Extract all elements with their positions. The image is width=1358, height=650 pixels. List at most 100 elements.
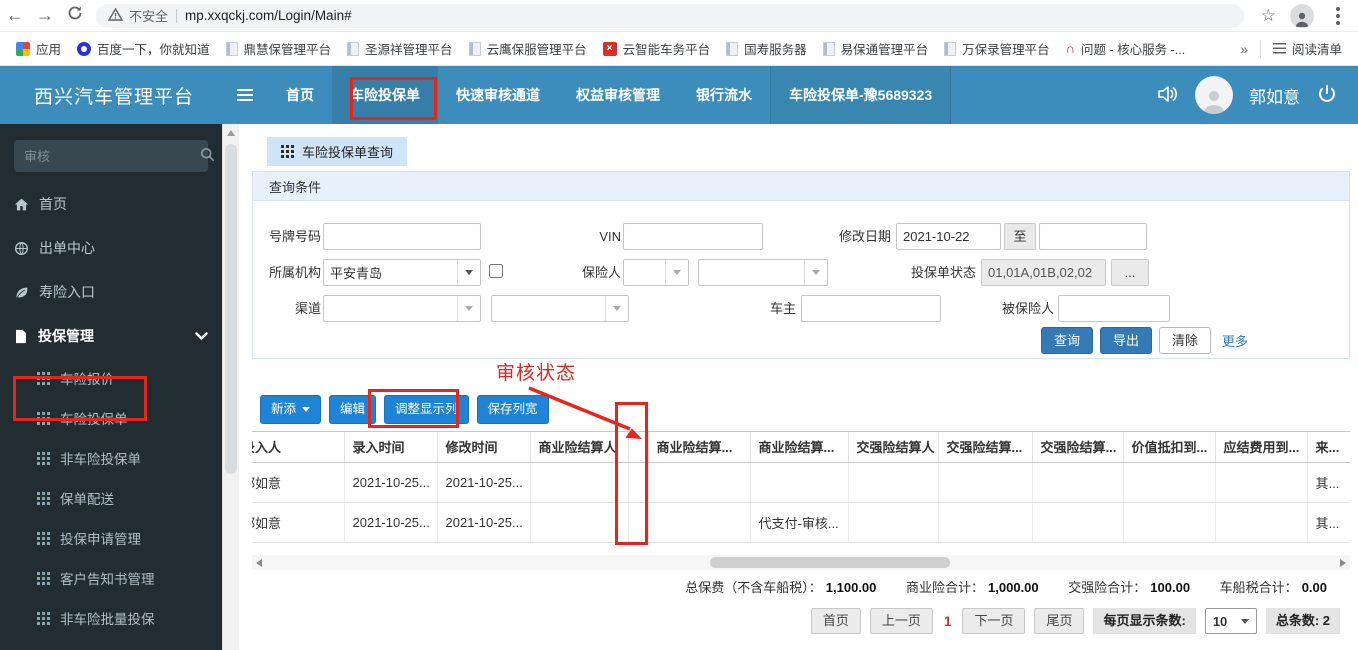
table-cell: 2021-10-25... bbox=[344, 462, 438, 503]
nav-item-auto-policy[interactable]: 车险投保单 bbox=[332, 66, 438, 124]
bookmark-item[interactable]: × 云智能车务平台 bbox=[595, 35, 719, 62]
sidebar-item-policy-management[interactable]: 投保管理 bbox=[0, 314, 222, 358]
horizontal-scrollbar[interactable] bbox=[252, 555, 1350, 570]
bookmark-item[interactable]: 圣源祥管理平台 bbox=[339, 35, 461, 62]
modify-date-to-input[interactable] bbox=[1039, 223, 1147, 250]
nav-item-policy-tab[interactable]: 车险投保单-豫5689323 bbox=[770, 66, 952, 124]
column-header[interactable]: 应结费用到... bbox=[1215, 432, 1308, 463]
browser-profile-avatar[interactable] bbox=[1290, 3, 1314, 28]
org-select[interactable]: 平安青岛 bbox=[323, 259, 481, 286]
bookmarks-overflow-chevron[interactable]: » bbox=[1232, 41, 1256, 57]
app-logo[interactable]: 西兴汽车管理平台 bbox=[0, 66, 222, 124]
owner-input[interactable] bbox=[801, 295, 941, 322]
sidebar-subitem-policy-delivery[interactable]: 保单配送 bbox=[0, 478, 222, 518]
adjust-columns-button[interactable]: 调整显示列 bbox=[384, 395, 469, 424]
column-header[interactable]: 交强险结算... bbox=[1032, 432, 1124, 463]
sidebar-subitem-nonauto-policy[interactable]: 非车险投保单 bbox=[0, 438, 222, 478]
column-header[interactable]: 价值抵扣到... bbox=[1123, 432, 1216, 463]
table-row[interactable]: 郭如意 2021-10-25... 2021-10-25... 其... bbox=[252, 462, 1350, 503]
browser-menu-icon[interactable] bbox=[1336, 13, 1340, 18]
column-header[interactable]: 商业险结算... bbox=[750, 432, 849, 463]
plate-input[interactable] bbox=[323, 223, 481, 250]
column-header[interactable]: 录入人 bbox=[252, 432, 345, 463]
vertical-scrollbar[interactable] bbox=[222, 124, 239, 650]
first-page-button[interactable]: 首页 bbox=[810, 608, 861, 634]
column-header[interactable]: 交强险结算人 bbox=[848, 432, 939, 463]
prev-page-button[interactable]: 上一页 bbox=[869, 608, 933, 634]
insured-input[interactable] bbox=[1058, 295, 1170, 322]
caret-down-icon bbox=[302, 407, 311, 412]
modify-date-from-input[interactable] bbox=[896, 223, 1001, 250]
logout-power-icon[interactable] bbox=[1316, 83, 1338, 108]
bookmark-item[interactable]: 百度一下，你就知道 bbox=[69, 35, 218, 62]
column-header[interactable]: 商业险结算人 bbox=[530, 432, 629, 463]
clear-button[interactable]: 清除 bbox=[1159, 327, 1212, 354]
scrollbar-thumb[interactable] bbox=[710, 557, 950, 568]
edit-button[interactable]: 编辑 bbox=[329, 395, 377, 424]
table-row[interactable]: 郭如意 2021-10-25... 2021-10-25... 代支付-审核..… bbox=[252, 502, 1350, 543]
nav-item-bank-flow[interactable]: 银行流水 bbox=[678, 66, 770, 124]
column-header-hidden[interactable] bbox=[628, 432, 649, 463]
date-to-button[interactable]: 至 bbox=[1004, 223, 1036, 250]
forward-icon[interactable]: → bbox=[30, 5, 60, 26]
bookmark-item-apps[interactable]: 应用 bbox=[8, 35, 69, 62]
sidebar-subitem-application-management[interactable]: 投保申请管理 bbox=[0, 518, 222, 558]
export-button[interactable]: 导出 bbox=[1100, 327, 1153, 354]
column-header[interactable]: 交强险结算... bbox=[938, 432, 1033, 463]
sidebar-item-issue-center[interactable]: 出单中心 bbox=[0, 226, 222, 270]
bookmark-item[interactable]: 鼎慧保管理平台 bbox=[218, 35, 340, 62]
vin-input[interactable] bbox=[623, 223, 763, 250]
status-more-button[interactable]: ... bbox=[1111, 259, 1149, 286]
nav-item-fast-audit[interactable]: 快速审核通道 bbox=[438, 66, 558, 124]
user-avatar[interactable] bbox=[1195, 76, 1233, 114]
table-cell bbox=[530, 462, 629, 503]
channel-select-2[interactable] bbox=[491, 295, 629, 322]
query-button[interactable]: 查询 bbox=[1041, 327, 1094, 354]
column-header[interactable]: 来... bbox=[1307, 432, 1350, 463]
search-icon[interactable] bbox=[200, 147, 215, 165]
scroll-right-arrow-icon[interactable] bbox=[1340, 559, 1346, 567]
bookmark-item[interactable]: 易保通管理平台 bbox=[815, 35, 937, 62]
sidebar-subitem-auto-quote[interactable]: 车险报价 bbox=[0, 358, 222, 398]
column-header[interactable]: 商业险结算... bbox=[648, 432, 751, 463]
reload-icon[interactable] bbox=[60, 5, 90, 26]
nav-item-home[interactable]: 首页 bbox=[268, 66, 332, 124]
bookmark-item[interactable]: ∩ 问题 - 核心服务 -... bbox=[1058, 35, 1194, 62]
sidebar-item-download-import[interactable]: 下载导入 bbox=[0, 638, 222, 650]
last-page-button[interactable]: 尾页 bbox=[1034, 608, 1085, 634]
sidebar-subitem-customer-notice[interactable]: 客户告知书管理 bbox=[0, 558, 222, 598]
sidebar-item-life-entry[interactable]: 寿险入口 bbox=[0, 270, 222, 314]
page-size-select[interactable]: 10 bbox=[1204, 608, 1257, 634]
speaker-icon[interactable] bbox=[1155, 83, 1179, 108]
insurer-select-1[interactable] bbox=[623, 259, 689, 286]
sidebar-subitem-auto-policy[interactable]: 车险投保单 bbox=[0, 398, 222, 438]
hamburger-menu-icon[interactable] bbox=[222, 66, 268, 124]
column-header[interactable]: 修改时间 bbox=[437, 432, 531, 463]
status-input[interactable] bbox=[981, 259, 1106, 286]
scroll-up-arrow-icon[interactable] bbox=[227, 130, 235, 136]
add-button[interactable]: 新添 bbox=[260, 395, 322, 424]
scrollbar-thumb[interactable] bbox=[225, 144, 237, 474]
bookmark-star-icon[interactable]: ☆ bbox=[1261, 6, 1276, 26]
column-header[interactable]: 录入时间 bbox=[344, 432, 438, 463]
sidebar-item-home[interactable]: 首页 bbox=[0, 182, 222, 226]
bookmark-item[interactable]: 万保录管理平台 bbox=[936, 35, 1058, 62]
tab-auto-policy-query[interactable]: 车险投保单查询 bbox=[267, 137, 408, 166]
insurer-select-2[interactable] bbox=[698, 259, 828, 286]
channel-select-1[interactable] bbox=[323, 295, 481, 322]
more-link[interactable]: 更多 bbox=[1222, 331, 1248, 350]
org-checkbox[interactable] bbox=[489, 264, 503, 278]
address-bar[interactable]: 不安全 mp.xxqckj.com/Login/Main# bbox=[96, 3, 1244, 28]
bookmark-item[interactable]: 云鹰保服管理平台 bbox=[461, 35, 595, 62]
not-secure-warning-icon[interactable] bbox=[107, 7, 124, 24]
sidebar-search-input[interactable] bbox=[24, 148, 200, 164]
bookmark-item[interactable]: 国寿服务器 bbox=[718, 35, 815, 62]
next-page-button[interactable]: 下一页 bbox=[962, 608, 1026, 634]
sidebar-subitem-nonauto-batch[interactable]: 非车险批量投保 bbox=[0, 598, 222, 638]
reading-list-button[interactable]: 阅读清单 bbox=[1265, 35, 1350, 62]
back-icon[interactable]: ← bbox=[0, 5, 30, 26]
save-column-width-button[interactable]: 保存列宽 bbox=[476, 395, 549, 424]
scroll-left-arrow-icon[interactable] bbox=[256, 559, 262, 567]
bookmark-label: 国寿服务器 bbox=[744, 43, 807, 57]
nav-item-rights-audit[interactable]: 权益审核管理 bbox=[558, 66, 678, 124]
